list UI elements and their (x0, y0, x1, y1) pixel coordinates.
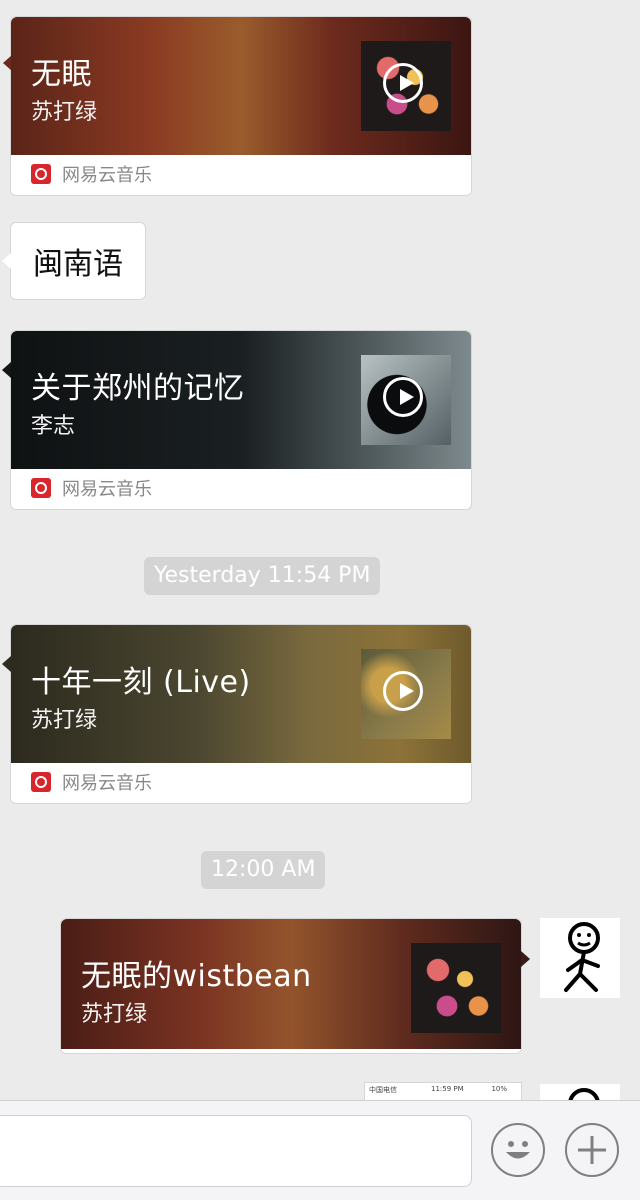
song-artist: 李志 (31, 414, 76, 439)
timestamp: 12:00 AM (201, 851, 326, 889)
song-title: 无眠的wistbean (81, 959, 312, 994)
netease-music-icon (31, 164, 51, 184)
music-card-header: 无眠的wistbean 苏打绿 (61, 919, 521, 1049)
music-source: 网易云音乐 (11, 155, 471, 193)
source-label: 网易云音乐 (62, 773, 152, 794)
plus-icon (578, 1136, 606, 1164)
music-card-outgoing[interactable]: 无眠的wistbean 苏打绿 (60, 918, 530, 1054)
play-icon[interactable] (383, 671, 423, 711)
thumbnail-battery: 10% (491, 1085, 507, 1093)
play-icon[interactable] (383, 377, 423, 417)
input-bar (0, 1100, 640, 1200)
timestamp: Yesterday 11:54 PM (144, 557, 381, 595)
album-cover[interactable] (361, 41, 451, 131)
music-card-header: 关于郑州的记忆 李志 (11, 331, 471, 469)
music-card-2[interactable]: 关于郑州的记忆 李志 网易云音乐 (10, 330, 472, 510)
bubble-tail (2, 656, 11, 672)
smiley-icon (506, 1141, 530, 1159)
song-artist: 苏打绿 (81, 1002, 148, 1027)
song-title: 关于郑州的记忆 (31, 371, 245, 406)
avatar[interactable] (540, 918, 620, 998)
song-artist: 苏打绿 (31, 708, 98, 733)
source-label: 网易云音乐 (62, 479, 152, 500)
thumbnail-carrier: 中国电信 (369, 1086, 397, 1094)
album-cover[interactable] (361, 355, 451, 445)
album-cover[interactable] (411, 943, 501, 1033)
emoji-button[interactable] (491, 1123, 545, 1177)
thumbnail-time: 11:59 PM (431, 1085, 464, 1093)
netease-music-icon (31, 478, 51, 498)
music-card-3[interactable]: 十年一刻 (Live) 苏打绿 网易云音乐 (10, 624, 472, 804)
netease-music-icon (31, 772, 51, 792)
album-cover[interactable] (361, 649, 451, 739)
music-source: 网易云音乐 (11, 763, 471, 801)
plus-button[interactable] (565, 1123, 619, 1177)
music-card-header: 无眠 苏打绿 (11, 17, 471, 155)
song-title: 无眠 (31, 57, 92, 92)
text-message-bubble[interactable]: 闽南语 (2, 222, 146, 300)
song-artist: 苏打绿 (31, 100, 98, 125)
message-input[interactable] (0, 1115, 472, 1187)
bubble-tail (2, 362, 11, 378)
song-title: 十年一刻 (Live) (31, 665, 251, 700)
music-card-header: 十年一刻 (Live) 苏打绿 (11, 625, 471, 763)
play-icon[interactable] (383, 63, 423, 103)
music-source: 网易云音乐 (11, 469, 471, 507)
source-label: 网易云音乐 (62, 165, 152, 186)
stick-figure-icon (564, 922, 600, 992)
music-card-1[interactable]: 无眠 苏打绿 网易云音乐 (3, 16, 472, 196)
